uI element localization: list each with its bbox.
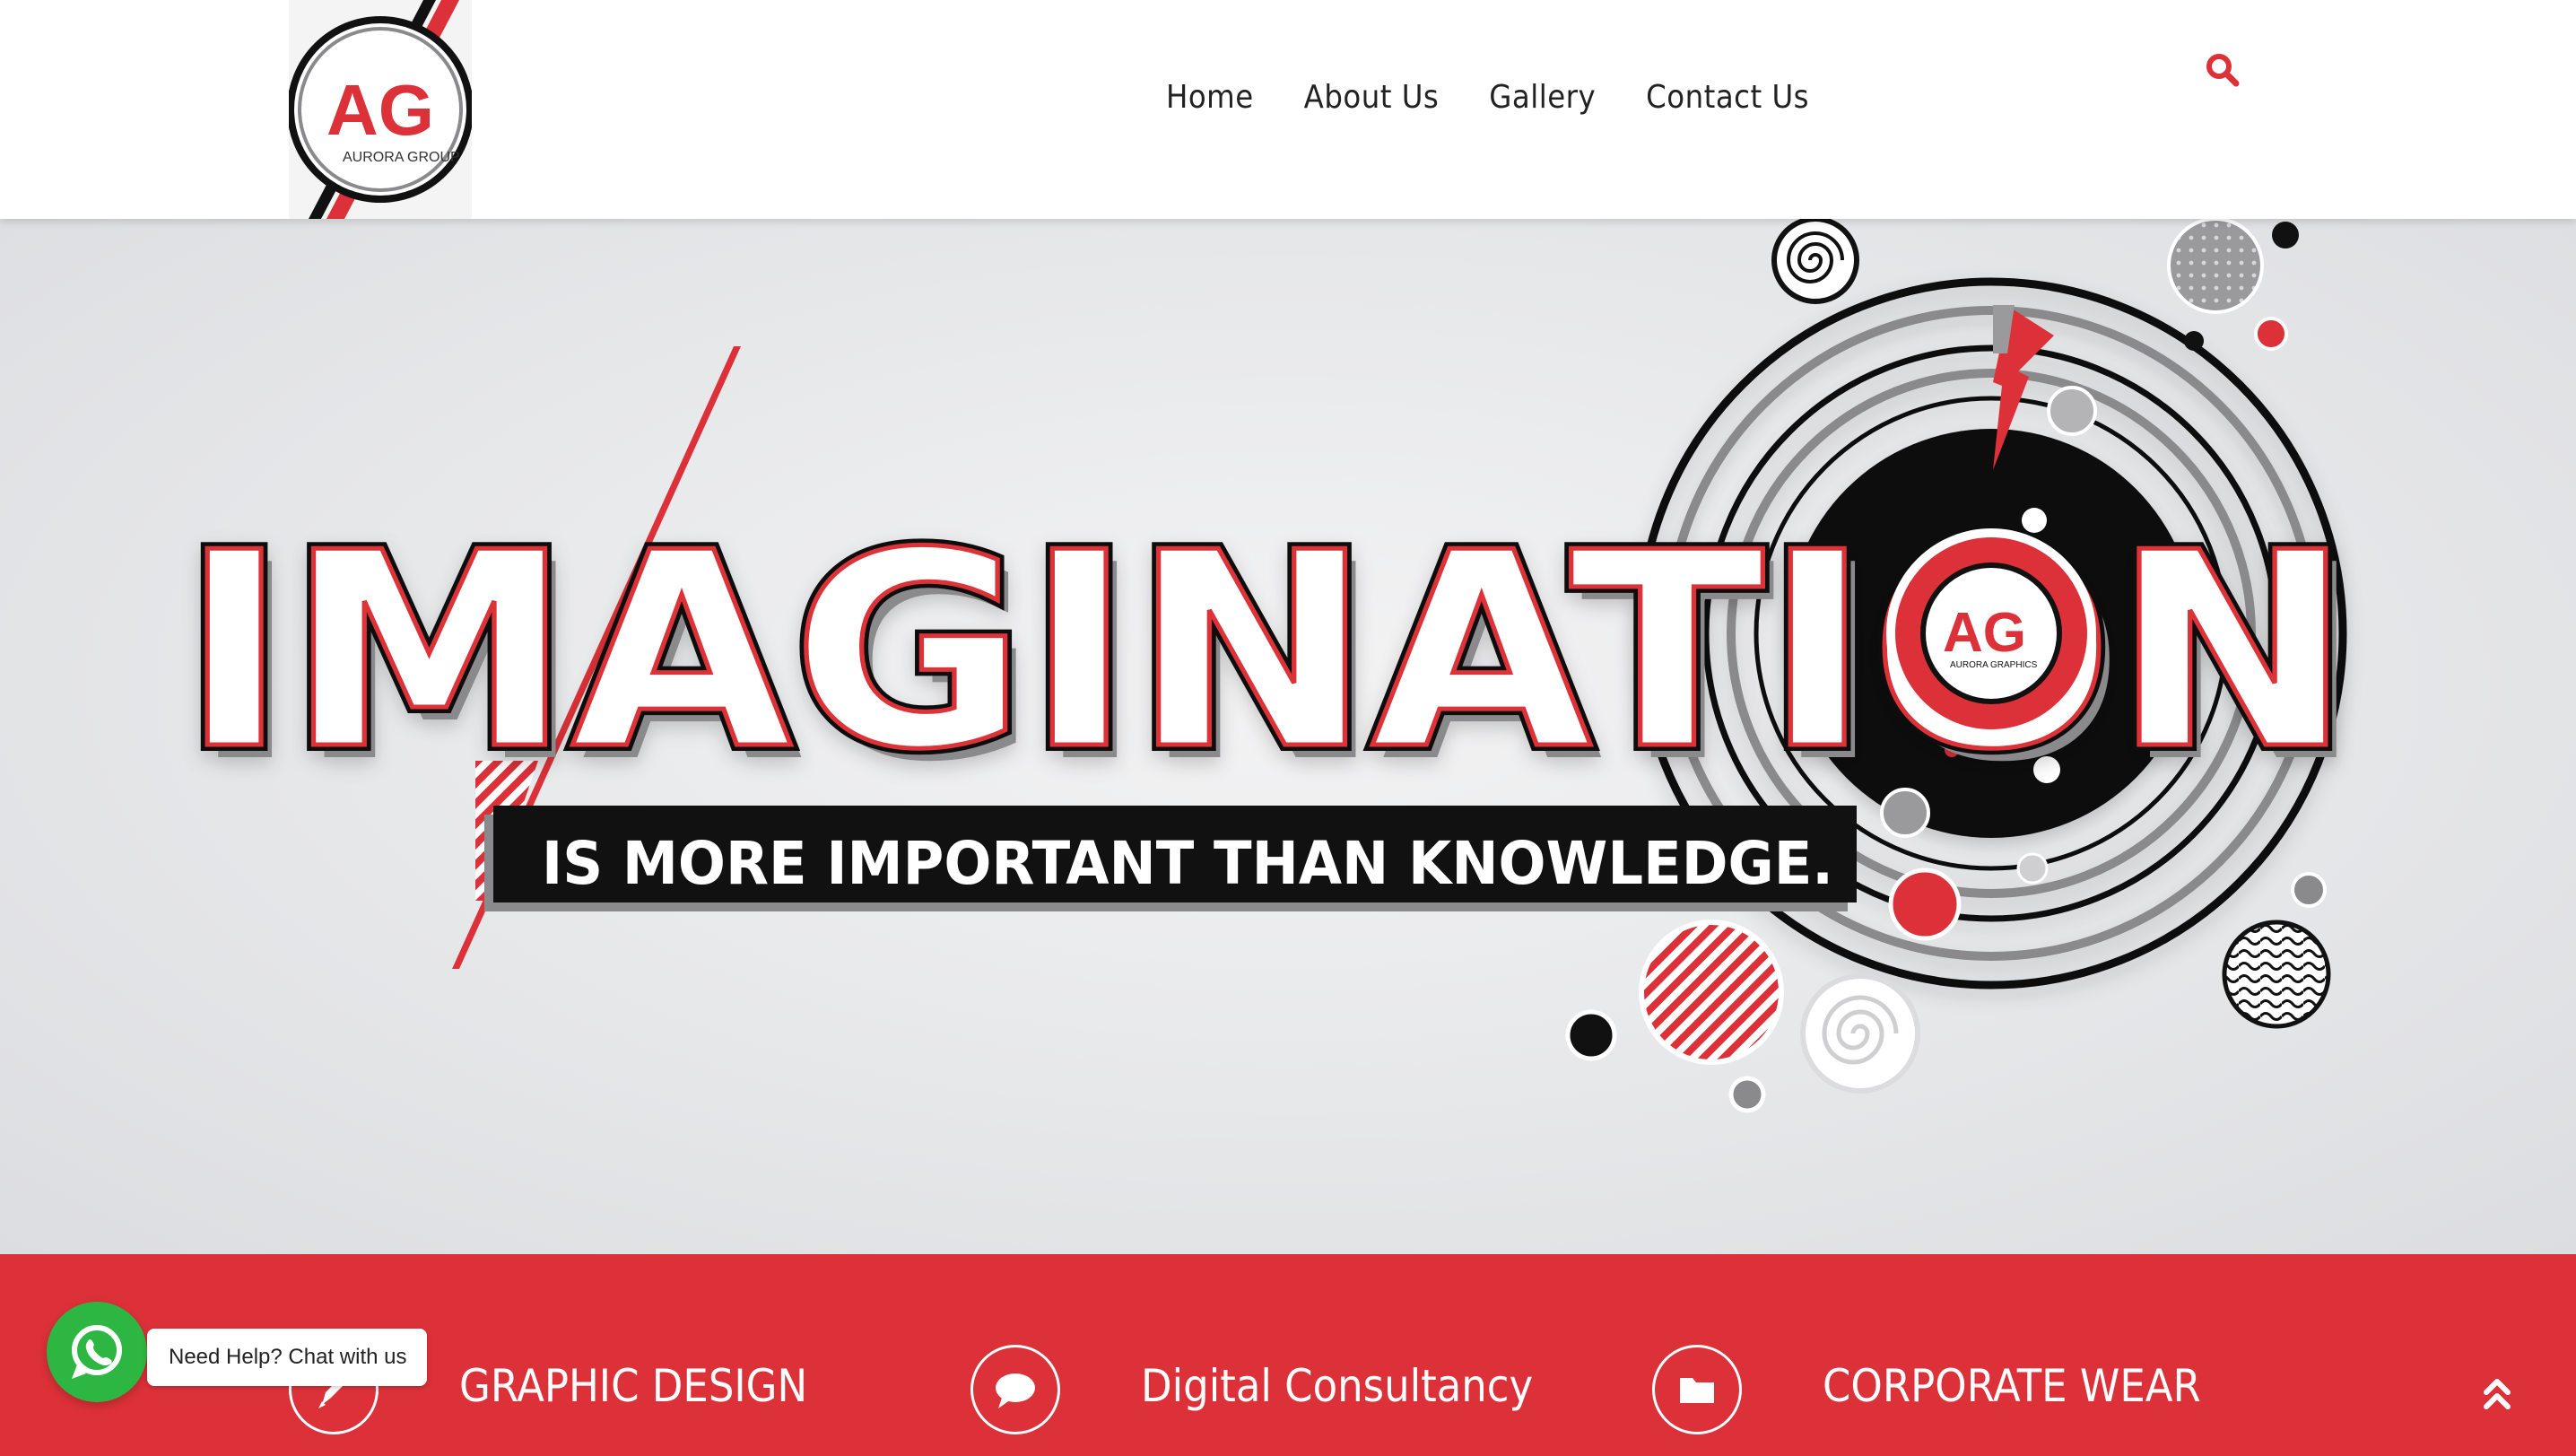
logo-caption: AURORA GROUP <box>343 150 460 165</box>
service-corporate-wear-label[interactable]: CORPORATE WEAR <box>1823 1360 2201 1412</box>
service-digital-consultancy-label[interactable]: Digital Consultancy <box>1141 1360 1533 1412</box>
whatsapp-button[interactable] <box>47 1302 147 1402</box>
main-nav: Home About Us Gallery Contact Us <box>1166 79 1809 116</box>
service-graphic-design-label[interactable]: GRAPHIC DESIGN <box>459 1360 807 1412</box>
service-corporate-wear-button[interactable] <box>1652 1345 1742 1434</box>
nav-home[interactable]: Home <box>1166 79 1254 116</box>
whatsapp-help-label[interactable]: Need Help? Chat with us <box>147 1329 427 1386</box>
site-header: AG AURORA GROUP Home About Us Gallery Co… <box>0 0 2576 219</box>
hero-artwork: IMAGINATION IMAGINATION IMAGINATION AG A… <box>175 219 2363 1113</box>
folder-icon <box>1680 1378 1714 1403</box>
nav-contact-us[interactable]: Contact Us <box>1646 79 1809 116</box>
service-digital-consultancy-button[interactable] <box>970 1345 1060 1434</box>
double-chevron-up-icon[interactable] <box>2479 1376 2515 1412</box>
hero-tagline: IS MORE IMPORTANT THAN KNOWLEDGE. <box>484 806 1857 911</box>
svg-text:IS MORE IMPORTANT THAN KNOWLED: IS MORE IMPORTANT THAN KNOWLEDGE. <box>542 829 1833 898</box>
search-icon[interactable] <box>2205 52 2241 88</box>
hero-banner: IMAGINATION IMAGINATION IMAGINATION AG A… <box>0 219 2576 1254</box>
site-logo[interactable]: AG AURORA GROUP <box>289 0 472 219</box>
logo-monogram: AG <box>326 70 434 150</box>
hero-badge: AG AURORA GRAPHICS <box>1886 528 2096 738</box>
nav-gallery[interactable]: Gallery <box>1489 79 1596 116</box>
whatsapp-icon <box>72 1325 122 1379</box>
svg-text:AG: AG <box>1943 602 2026 664</box>
nav-about-us[interactable]: About Us <box>1304 79 1440 116</box>
svg-text:AURORA GRAPHICS: AURORA GRAPHICS <box>1950 660 2038 670</box>
chat-bubble-icon <box>996 1373 1035 1408</box>
